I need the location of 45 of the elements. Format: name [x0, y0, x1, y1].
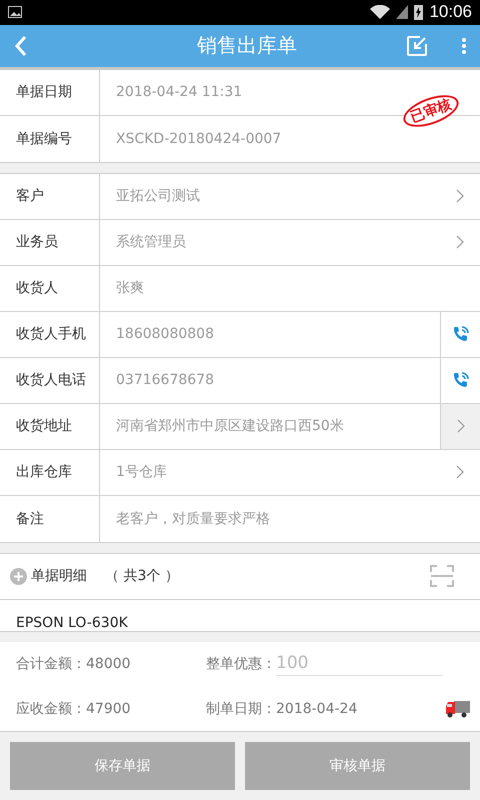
field-label: 业务员: [0, 220, 100, 265]
page-title: 销售出库单: [196, 32, 298, 60]
field-value: 03716678678: [116, 372, 214, 388]
field-value: XSCKD-20180424-0007: [116, 130, 282, 147]
field-label: 备注: [0, 496, 100, 542]
total-amount: 合计金额：48000: [16, 654, 131, 673]
truck-icon[interactable]: [446, 700, 470, 718]
order-date: 制单日期：2018-04-24: [206, 700, 358, 718]
field-label: 单据编号: [0, 116, 100, 162]
signal-icon: [396, 5, 408, 20]
field-value: 老客户，对质量要求严格: [116, 510, 270, 528]
battery-icon: [414, 4, 424, 20]
item-count: （ 共3个 ）: [105, 567, 180, 586]
import-button[interactable]: [406, 34, 428, 57]
scan-button[interactable]: [430, 565, 454, 588]
field-value: 亚拓公司测试: [116, 187, 200, 206]
chevron-icon: [456, 235, 464, 250]
chevron-icon: [456, 465, 464, 480]
discount-label: 整单优惠：: [206, 654, 276, 673]
field-value: 张爽: [116, 279, 144, 298]
field-label: 收货人手机: [0, 312, 100, 357]
field-label: 出库仓库: [0, 450, 100, 495]
chevron-icon: [456, 419, 464, 434]
chevron-icon: [456, 189, 464, 204]
field-label: 客户: [0, 174, 100, 219]
field-value: 河南省郑州市中原区建设路口西50米: [116, 417, 344, 436]
receivable-amount: 应收金额：47900: [16, 700, 131, 718]
phone-icon: [452, 371, 470, 390]
field-value: 1号仓库: [116, 463, 167, 482]
item-name[interactable]: EPSON LO-630K: [16, 614, 128, 631]
picture-icon: [8, 6, 22, 18]
phone-icon: [452, 325, 470, 344]
field-label: 收货地址: [0, 404, 100, 449]
section-title: 单据明细: [31, 567, 87, 586]
wifi-icon: [370, 5, 390, 20]
field-label: 单据日期: [0, 70, 100, 115]
field-value: 2018-04-24 11:31: [116, 84, 242, 100]
field-value: 系统管理员: [116, 233, 186, 252]
status-time: 10:06: [429, 2, 472, 22]
field-label: 收货人电话: [0, 358, 100, 403]
add-button[interactable]: [10, 568, 27, 585]
field-label: 收货人: [0, 266, 100, 311]
more-button[interactable]: [462, 38, 466, 54]
back-button[interactable]: [14, 34, 28, 57]
field-value: 18608080808: [116, 326, 214, 342]
